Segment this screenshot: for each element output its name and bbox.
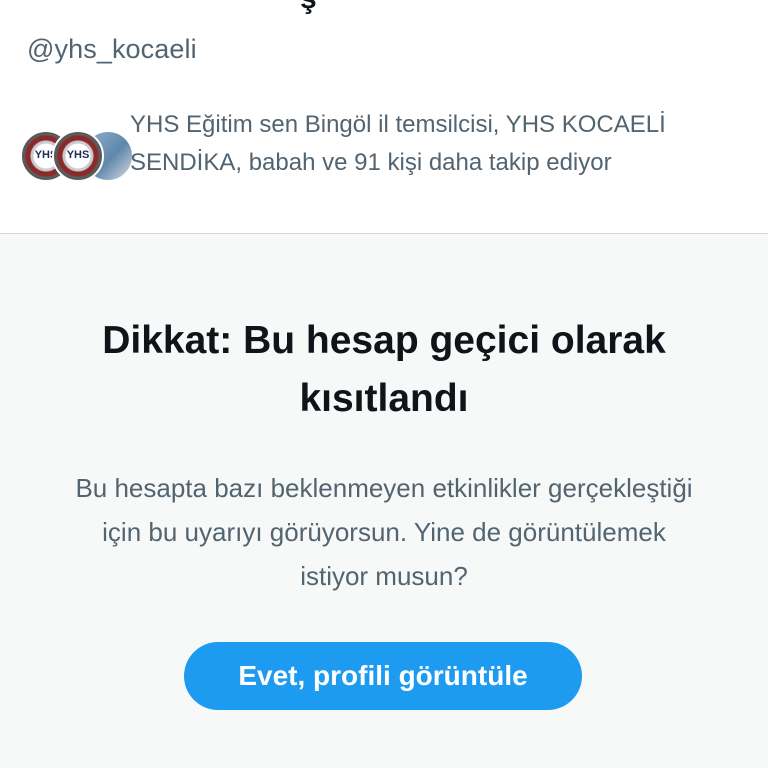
view-profile-button[interactable]: Evet, profili görüntüle — [184, 642, 582, 710]
followers-you-know-text[interactable]: YHS Eğitim sen Bingöl il temsilcisi, YHS… — [130, 106, 760, 182]
profile-page: ş @yhs_kocaeli YHS YHS YHS Eğitim sen Bi… — [0, 0, 768, 768]
notice-body: Bu hesapta bazı beklenmeyen etkinlikler … — [75, 473, 693, 591]
follower-avatar-stack[interactable]: YHS YHS — [20, 130, 134, 186]
avatar-logo-text: YHS — [66, 149, 90, 161]
display-name-partial: ş — [300, 0, 317, 14]
followers-you-know[interactable]: YHS YHS YHS Eğitim sen Bingöl il temsilc… — [20, 106, 760, 216]
display-name-clipped: ş — [0, 0, 768, 14]
profile-handle[interactable]: @yhs_kocaeli — [27, 34, 197, 65]
avatar[interactable]: YHS — [52, 130, 104, 182]
notice-title: Dikkat: Bu hesap geçici olarak kısıtland… — [102, 319, 666, 420]
restricted-account-notice: Dikkat: Bu hesap geçici olarak kısıtland… — [0, 234, 768, 768]
